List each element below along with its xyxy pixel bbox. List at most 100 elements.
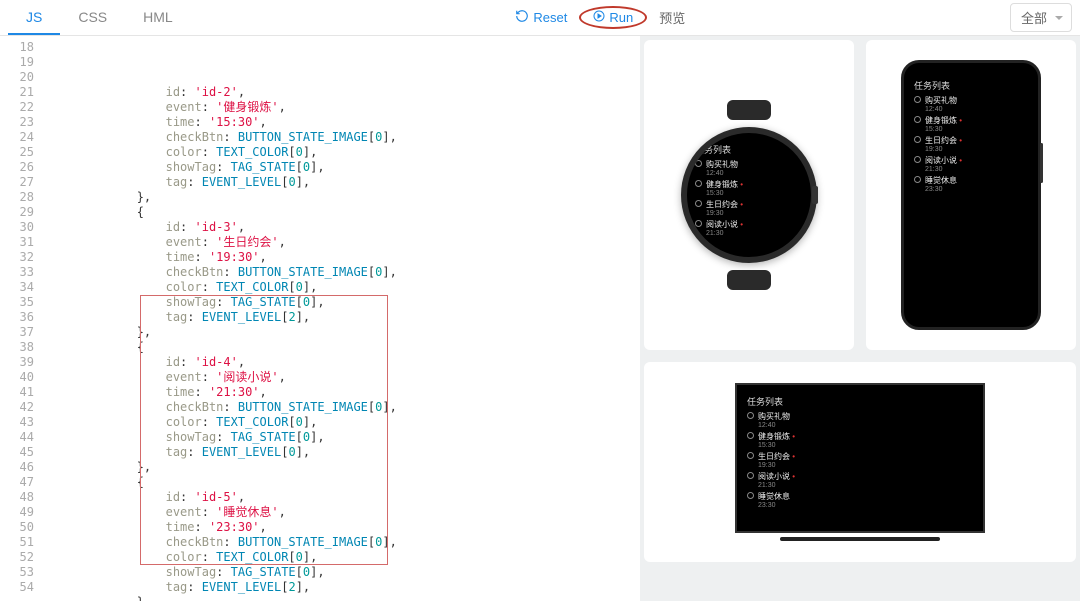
task-item[interactable]: 健身锻炼 •15:30 xyxy=(695,179,803,197)
line-number: 48 xyxy=(4,490,34,505)
code-line[interactable]: time: '21:30', xyxy=(42,385,640,400)
code-line[interactable]: time: '15:30', xyxy=(42,115,640,130)
task-checkbox[interactable] xyxy=(914,156,921,163)
line-gutter: 1819202122232425262728293031323334353637… xyxy=(0,36,42,601)
code-line[interactable]: showTag: TAG_STATE[0], xyxy=(42,430,640,445)
task-event: 健身锻炼 • xyxy=(758,431,973,442)
priority-dot-icon: • xyxy=(740,220,743,229)
task-checkbox[interactable] xyxy=(914,116,921,123)
code-line[interactable]: tag: EVENT_LEVEL[2], xyxy=(42,310,640,325)
filter-dropdown[interactable]: 全部 xyxy=(1010,3,1072,32)
code-line[interactable]: color: TEXT_COLOR[0], xyxy=(42,550,640,565)
code-line[interactable]: { xyxy=(42,475,640,490)
task-checkbox[interactable] xyxy=(747,412,754,419)
tv-preview-card: 任务列表 购买礼物12:40健身锻炼 •15:30生日约会 •19:30阅读小说… xyxy=(644,362,1076,562)
task-checkbox[interactable] xyxy=(695,180,702,187)
code-line[interactable]: event: '生日约会', xyxy=(42,235,640,250)
task-item[interactable]: 购买礼物12:40 xyxy=(747,411,973,429)
code-line[interactable]: }, xyxy=(42,595,640,601)
code-line[interactable]: time: '23:30', xyxy=(42,520,640,535)
task-checkbox[interactable] xyxy=(747,472,754,479)
task-item[interactable]: 健身锻炼 •15:30 xyxy=(914,115,1028,133)
tab-hml[interactable]: HML xyxy=(125,1,191,35)
line-number: 37 xyxy=(4,325,34,340)
task-event: 阅读小说 • xyxy=(758,471,973,482)
reset-button[interactable]: Reset xyxy=(507,5,575,30)
code-line[interactable]: { xyxy=(42,205,640,220)
task-item[interactable]: 购买礼物12:40 xyxy=(914,95,1028,113)
preview-row-top: 任务列表 购买礼物12:40 健身锻炼 •15:30 生日约会 •19:30 阅读小说… xyxy=(644,40,1076,350)
task-checkbox[interactable] xyxy=(695,220,702,227)
main-area: 1819202122232425262728293031323334353637… xyxy=(0,36,1080,601)
task-event: 生日约会 • xyxy=(758,451,973,462)
priority-dot-icon: • xyxy=(740,200,743,209)
task-item[interactable]: 阅读小说 •21:30 xyxy=(914,155,1028,173)
app-title: 任务列表 xyxy=(695,143,803,156)
code-line[interactable]: { xyxy=(42,340,640,355)
code-line[interactable]: time: '19:30', xyxy=(42,250,640,265)
code-line[interactable]: }, xyxy=(42,325,640,340)
task-checkbox[interactable] xyxy=(695,200,702,207)
code-editor[interactable]: 1819202122232425262728293031323334353637… xyxy=(0,36,640,601)
watch-lug-bottom xyxy=(727,270,771,290)
code-line[interactable]: event: '阅读小说', xyxy=(42,370,640,385)
line-number: 38 xyxy=(4,340,34,355)
task-item[interactable]: 阅读小说 •21:30 xyxy=(747,471,973,489)
code-line[interactable]: color: TEXT_COLOR[0], xyxy=(42,415,640,430)
task-checkbox[interactable] xyxy=(695,160,702,167)
code-line[interactable]: showTag: TAG_STATE[0], xyxy=(42,565,640,580)
task-item[interactable]: 健身锻炼 •15:30 xyxy=(747,431,973,449)
code-line[interactable]: checkBtn: BUTTON_STATE_IMAGE[0], xyxy=(42,265,640,280)
task-item[interactable]: 睡觉休息23:30 xyxy=(747,491,973,509)
code-line[interactable]: id: 'id-5', xyxy=(42,490,640,505)
task-item[interactable]: 生日约会 •19:30 xyxy=(914,135,1028,153)
code-line[interactable]: id: 'id-3', xyxy=(42,220,640,235)
code-line[interactable]: id: 'id-4', xyxy=(42,355,640,370)
tab-css[interactable]: CSS xyxy=(60,1,125,35)
run-button[interactable]: Run xyxy=(579,6,647,29)
task-checkbox[interactable] xyxy=(747,432,754,439)
line-number: 34 xyxy=(4,280,34,295)
task-checkbox[interactable] xyxy=(747,492,754,499)
line-number: 18 xyxy=(4,40,34,55)
task-checkbox[interactable] xyxy=(747,452,754,459)
code-line[interactable]: event: '睡觉休息', xyxy=(42,505,640,520)
code-line[interactable]: color: TEXT_COLOR[0], xyxy=(42,145,640,160)
code-line[interactable]: checkBtn: BUTTON_STATE_IMAGE[0], xyxy=(42,130,640,145)
tv-screen: 任务列表 购买礼物12:40健身锻炼 •15:30生日约会 •19:30阅读小说… xyxy=(735,383,985,533)
watch-screen: 任务列表 购买礼物12:40 健身锻炼 •15:30 生日约会 •19:30 阅读小说… xyxy=(681,127,817,263)
task-item[interactable]: 购买礼物12:40 xyxy=(695,159,803,177)
task-checkbox[interactable] xyxy=(914,96,921,103)
task-item[interactable]: 生日约会 •19:30 xyxy=(747,451,973,469)
line-number: 46 xyxy=(4,460,34,475)
code-line[interactable]: checkBtn: BUTTON_STATE_IMAGE[0], xyxy=(42,535,640,550)
priority-dot-icon: • xyxy=(959,156,962,165)
task-checkbox[interactable] xyxy=(914,136,921,143)
code-line[interactable]: showTag: TAG_STATE[0], xyxy=(42,160,640,175)
code-line[interactable]: color: TEXT_COLOR[0], xyxy=(42,280,640,295)
task-item[interactable]: 睡觉休息23:30 xyxy=(914,175,1028,193)
code-line[interactable]: tag: EVENT_LEVEL[0], xyxy=(42,175,640,190)
task-item[interactable]: 阅读小说 •21:30 xyxy=(695,219,803,237)
line-number: 32 xyxy=(4,250,34,265)
code-line[interactable]: }, xyxy=(42,460,640,475)
code-line[interactable]: tag: EVENT_LEVEL[2], xyxy=(42,580,640,595)
code-line[interactable]: showTag: TAG_STATE[0], xyxy=(42,295,640,310)
refresh-icon xyxy=(515,9,529,26)
code-line[interactable]: checkBtn: BUTTON_STATE_IMAGE[0], xyxy=(42,400,640,415)
code-line[interactable]: id: 'id-2', xyxy=(42,85,640,100)
code-line[interactable]: tag: EVENT_LEVEL[0], xyxy=(42,445,640,460)
priority-dot-icon: • xyxy=(959,116,962,125)
task-item[interactable]: 生日约会 •19:30 xyxy=(695,199,803,217)
code-content[interactable]: id: 'id-2', event: '健身锻炼', time: '15:30'… xyxy=(42,36,640,601)
task-checkbox[interactable] xyxy=(914,176,921,183)
priority-dot-icon: • xyxy=(792,452,795,461)
tab-js[interactable]: JS xyxy=(8,1,60,35)
task-event: 健身锻炼 • xyxy=(925,115,1028,126)
code-line[interactable]: event: '健身锻炼', xyxy=(42,100,640,115)
task-time: 21:30 xyxy=(925,166,1028,173)
code-line[interactable]: }, xyxy=(42,190,640,205)
task-time: 19:30 xyxy=(758,462,973,469)
priority-dot-icon: • xyxy=(959,136,962,145)
line-number: 40 xyxy=(4,370,34,385)
